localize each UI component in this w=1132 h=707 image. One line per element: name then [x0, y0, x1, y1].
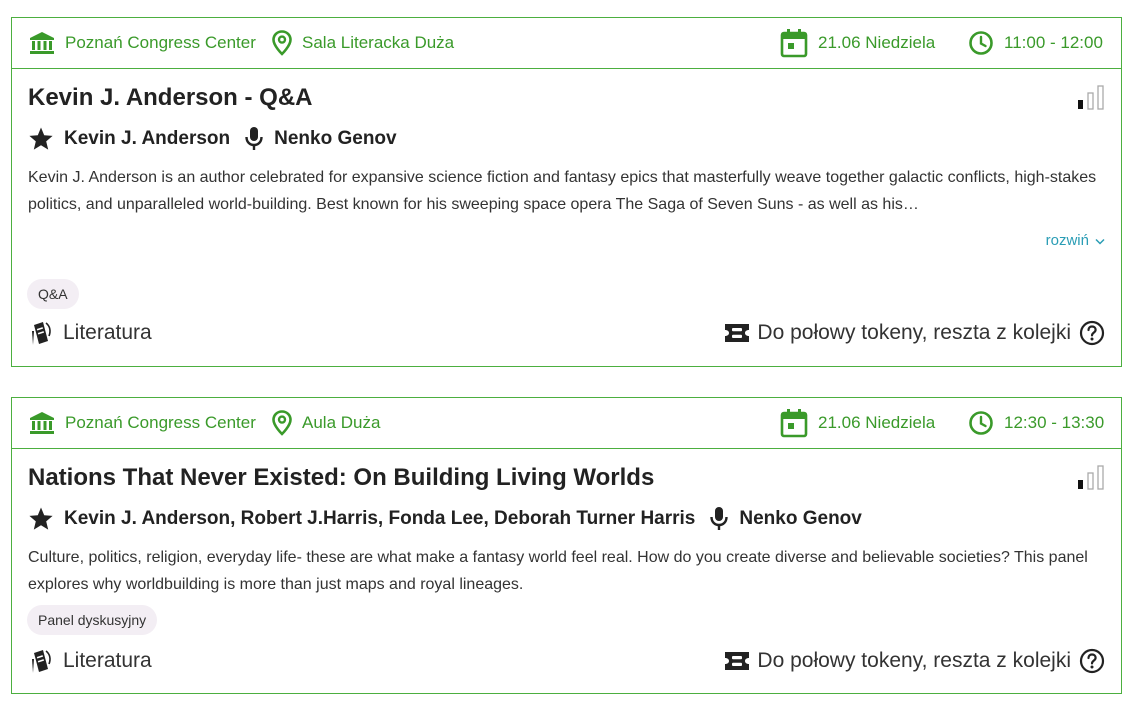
- time: 12:30 - 13:30: [968, 398, 1104, 448]
- chevron-down-icon: [1089, 232, 1105, 249]
- venue-name: Poznań Congress Center: [65, 33, 256, 52]
- map-pin-icon: [272, 410, 292, 436]
- venue: Poznań Congress Center: [29, 18, 256, 68]
- guest-names: Kevin J. Anderson, Robert J.Harris, Fond…: [64, 508, 696, 529]
- event-header: Poznań Congress Center Sala Literacka Du…: [12, 18, 1121, 69]
- ticket-icon: [723, 650, 751, 672]
- time: 11:00 - 12:00: [968, 18, 1103, 68]
- date-text: 21.06 Niedziela: [818, 413, 936, 432]
- ticket-icon: [723, 322, 751, 344]
- event-card: Poznań Congress Center Aula Duża 21.06 N…: [11, 397, 1122, 694]
- category-label: Literatura: [63, 321, 152, 344]
- entry-info: Do połowy tokeny, reszta z kolejki: [723, 320, 1105, 346]
- entry-text: Do połowy tokeny, reszta z kolejki: [757, 649, 1071, 672]
- event-description: Culture, politics, religion, everyday li…: [28, 549, 1088, 593]
- microphone-icon: [244, 126, 264, 152]
- date-text: 21.06 Niedziela: [818, 33, 936, 52]
- map-pin-icon: [272, 30, 292, 56]
- signal-level-icon: [1077, 84, 1105, 110]
- building-icon: [29, 31, 55, 55]
- star-icon: [28, 126, 54, 152]
- event-description: Kevin J. Anderson is an author celebrate…: [28, 169, 1097, 213]
- room: Aula Duża: [272, 398, 380, 448]
- event-title[interactable]: Nations That Never Existed: On Building …: [28, 464, 654, 492]
- moderator-name: Nenko Genov: [274, 128, 397, 149]
- help-icon[interactable]: [1079, 320, 1105, 346]
- book-quill-icon: [30, 320, 52, 346]
- room: Sala Literacka Duża: [272, 18, 454, 68]
- category-label: Literatura: [63, 649, 152, 672]
- expand-link[interactable]: rozwiń: [1046, 232, 1105, 249]
- calendar-icon: [780, 28, 808, 58]
- building-icon: [29, 411, 55, 435]
- time-text: 12:30 - 13:30: [1004, 413, 1105, 432]
- help-icon[interactable]: [1079, 648, 1105, 674]
- moderator-name: Nenko Genov: [739, 508, 862, 529]
- event-header: Poznań Congress Center Aula Duża 21.06 N…: [12, 398, 1121, 449]
- clock-icon: [968, 30, 994, 56]
- people-row: Kevin J. Anderson Nenko Genov: [28, 126, 397, 152]
- date: 21.06 Niedziela: [780, 18, 935, 68]
- signal-level-icon: [1077, 464, 1105, 490]
- star-icon: [28, 506, 54, 532]
- category: Literatura: [30, 648, 152, 674]
- entry-info: Do połowy tokeny, reszta z kolejki: [723, 648, 1105, 674]
- book-quill-icon: [30, 648, 52, 674]
- clock-icon: [968, 410, 994, 436]
- time-text: 11:00 - 12:00: [1004, 33, 1103, 52]
- date: 21.06 Niedziela: [780, 398, 935, 448]
- venue-name: Poznań Congress Center: [65, 413, 256, 432]
- event-title[interactable]: Kevin J. Anderson - Q&A: [28, 84, 312, 112]
- entry-text: Do połowy tokeny, reszta z kolejki: [757, 321, 1071, 344]
- event-tag: Panel dyskusyjny: [27, 605, 158, 635]
- category: Literatura: [30, 320, 152, 346]
- people-row: Kevin J. Anderson, Robert J.Harris, Fond…: [28, 506, 862, 532]
- venue: Poznań Congress Center: [29, 398, 256, 448]
- event-tag: Q&A: [27, 279, 79, 309]
- microphone-icon: [709, 506, 729, 532]
- calendar-icon: [780, 408, 808, 438]
- room-name: Sala Literacka Duża: [302, 33, 455, 52]
- room-name: Aula Duża: [302, 413, 381, 432]
- event-card: Poznań Congress Center Sala Literacka Du…: [11, 17, 1122, 367]
- expand-label: rozwiń: [1045, 232, 1089, 249]
- guest-names: Kevin J. Anderson: [64, 128, 231, 149]
